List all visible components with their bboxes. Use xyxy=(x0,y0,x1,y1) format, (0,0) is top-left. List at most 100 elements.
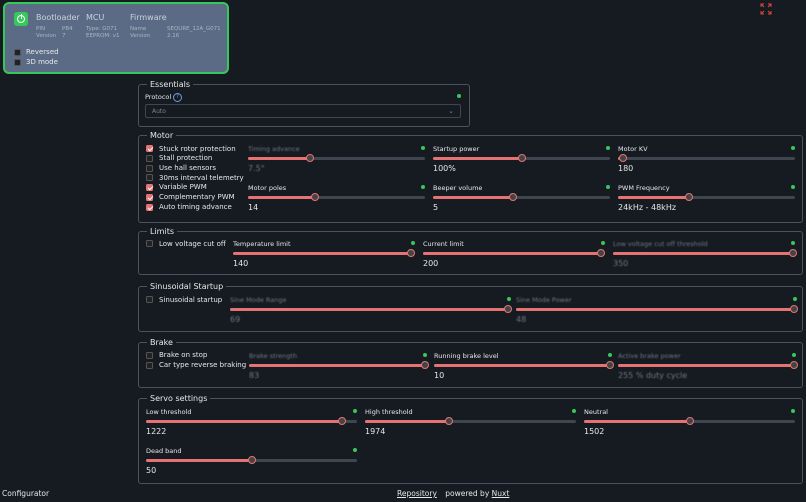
telemetry-checkbox[interactable] xyxy=(146,174,153,181)
slider-label: Sine Mode Power xyxy=(516,296,572,304)
slider-track[interactable] xyxy=(248,154,425,162)
footer-configurator: Configurator xyxy=(2,489,50,498)
hall-sensors-checkbox[interactable] xyxy=(146,165,153,172)
neutral-slider[interactable]: Neutral 1502 xyxy=(584,408,795,438)
low-voltage-checkbox[interactable] xyxy=(146,240,153,247)
reversed-checkbox[interactable] xyxy=(14,49,21,56)
complementary-pwm-checkbox[interactable] xyxy=(146,194,153,201)
brake-strength-slider[interactable]: Brake strength 83 xyxy=(249,352,430,382)
slider-handle[interactable] xyxy=(517,154,526,162)
high-threshold-slider[interactable]: High threshold 1974 xyxy=(365,408,576,438)
slider-track[interactable] xyxy=(423,249,606,257)
slider-handle[interactable] xyxy=(597,249,606,257)
temperature-limit-slider[interactable]: Temperature limit 140 xyxy=(233,240,416,270)
active-brake-power-slider[interactable]: Active brake power 255 % duty cycle xyxy=(618,352,799,382)
status-dot xyxy=(792,353,796,357)
slider-handle[interactable] xyxy=(684,193,693,201)
sinusoidal-startup-checkbox[interactable] xyxy=(146,296,153,303)
slider-label: Neutral xyxy=(584,408,608,416)
status-dot xyxy=(608,353,612,357)
variable-pwm-checkbox[interactable] xyxy=(146,184,153,191)
slider-label: Dead band xyxy=(146,447,182,455)
slider-track[interactable] xyxy=(146,417,357,425)
slider-label: Timing advance xyxy=(248,145,300,153)
slider-handle[interactable] xyxy=(311,193,320,201)
motor-poles-slider[interactable]: Motor poles 14 xyxy=(248,184,425,214)
current-limit-slider[interactable]: Current limit 200 xyxy=(423,240,606,270)
brake-on-stop-checkbox[interactable] xyxy=(146,352,153,359)
slider-handle[interactable] xyxy=(338,417,347,425)
slider-track[interactable] xyxy=(230,305,513,313)
help-icon[interactable]: ? xyxy=(173,93,182,102)
pwm-frequency-slider[interactable]: PWM Frequency 24kHz - 48kHz xyxy=(618,184,795,214)
slider-track[interactable] xyxy=(433,193,610,201)
slider-track[interactable] xyxy=(584,417,795,425)
servo-title: Servo settings xyxy=(150,394,208,403)
slider-handle[interactable] xyxy=(508,193,517,201)
bootloader-pin-val: PB4 xyxy=(62,26,73,32)
slider-fill xyxy=(230,308,509,311)
slider-handle[interactable] xyxy=(790,305,799,313)
slider-handle[interactable] xyxy=(305,154,314,162)
slider-track[interactable] xyxy=(434,361,615,369)
slider-track[interactable] xyxy=(618,154,795,162)
slider-track[interactable] xyxy=(433,154,610,162)
stall-protection-checkbox[interactable] xyxy=(146,155,153,162)
reversed-label: Reversed xyxy=(26,48,59,56)
car-reverse-braking-checkbox[interactable] xyxy=(146,362,153,369)
powered-by-text: powered by xyxy=(445,489,490,498)
slider-value: 1502 xyxy=(584,427,605,436)
slider-handle[interactable] xyxy=(619,154,628,162)
slider-track[interactable] xyxy=(249,361,430,369)
slider-handle[interactable] xyxy=(504,305,513,313)
status-dot xyxy=(572,409,576,413)
slider-value: 10 xyxy=(434,371,445,380)
slider-track[interactable] xyxy=(248,193,425,201)
nuxt-link[interactable]: Nuxt xyxy=(492,489,510,498)
slider-track[interactable] xyxy=(365,417,576,425)
sine-mode-range-slider[interactable]: Sine Mode Range 69 xyxy=(230,296,513,326)
slider-track[interactable] xyxy=(618,361,799,369)
status-dot xyxy=(791,409,795,413)
sine-mode-power-slider[interactable]: Sine Mode Power 48 xyxy=(516,296,799,326)
slider-track[interactable] xyxy=(233,249,416,257)
status-dot xyxy=(606,146,610,150)
status-dot xyxy=(421,185,425,189)
slider-handle[interactable] xyxy=(445,417,454,425)
slider-track[interactable] xyxy=(516,305,799,313)
low-threshold-slider[interactable]: Low threshold 1222 xyxy=(146,408,357,438)
slider-label: PWM Frequency xyxy=(618,184,670,192)
slider-label: High threshold xyxy=(365,408,413,416)
bootloader-pin-key: PIN xyxy=(36,26,46,32)
protocol-select[interactable]: Auto ⌄ xyxy=(145,104,461,118)
dead-band-slider[interactable]: Dead band 50 xyxy=(146,447,357,477)
motor-kv-slider[interactable]: Motor KV 180 xyxy=(618,145,795,175)
3d-mode-checkbox[interactable] xyxy=(14,59,21,66)
status-dot xyxy=(353,409,357,413)
status-dot xyxy=(791,241,795,245)
3d-mode-label: 3D mode xyxy=(26,58,58,66)
slider-label: Low threshold xyxy=(146,408,192,416)
status-dot xyxy=(606,185,610,189)
mcu-type: Type: G071 xyxy=(86,26,118,32)
slider-track[interactable] xyxy=(618,193,795,201)
timing-advance-slider[interactable]: Timing advance 7.5° xyxy=(248,145,425,175)
slider-handle[interactable] xyxy=(685,417,694,425)
firmware-title: Firmware xyxy=(130,13,167,22)
slider-handle[interactable] xyxy=(247,456,256,464)
low-voltage-threshold-slider[interactable]: Low voltage cut off threshold 350 xyxy=(613,240,798,270)
startup-power-slider[interactable]: Startup power 100% xyxy=(433,145,610,175)
expand-icon[interactable] xyxy=(760,3,772,15)
slider-handle[interactable] xyxy=(407,249,416,257)
beeper-volume-slider[interactable]: Beeper volume 5 xyxy=(433,184,610,214)
device-card[interactable]: Bootloader PIN PB4 Version 7 MCU Type: G… xyxy=(3,2,229,74)
auto-timing-checkbox[interactable] xyxy=(146,204,153,211)
stuck-rotor-checkbox[interactable] xyxy=(146,145,153,152)
slider-value: 5 xyxy=(433,203,439,212)
repository-link[interactable]: Repository xyxy=(397,489,437,498)
slider-track[interactable] xyxy=(146,456,357,464)
running-brake-level-slider[interactable]: Running brake level 10 xyxy=(434,352,615,382)
slider-value: 100% xyxy=(433,164,456,173)
slider-track[interactable] xyxy=(613,249,798,257)
motor-title: Motor xyxy=(150,131,174,140)
